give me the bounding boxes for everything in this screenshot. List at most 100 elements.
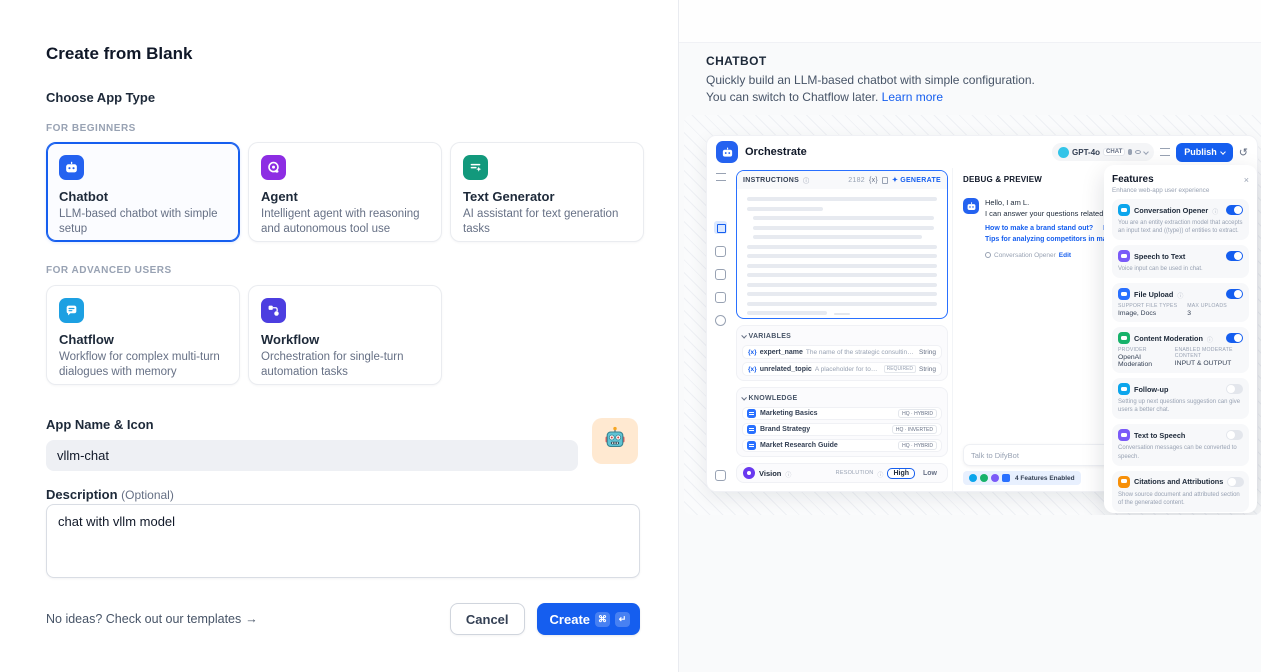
chevron-down-icon xyxy=(741,334,746,339)
robot-emoji-icon xyxy=(602,426,628,457)
templates-link[interactable]: No ideas? Check out our templates→ xyxy=(46,612,258,626)
retrieval-tag: HQ · HYBRID xyxy=(898,409,937,418)
chatbot-icon xyxy=(59,155,84,180)
info-icon xyxy=(785,464,791,482)
description-textarea[interactable]: chat with vllm model xyxy=(46,504,640,578)
instructions-label: INSTRUCTIONS xyxy=(743,177,799,184)
close-icon: × xyxy=(1244,175,1249,185)
advanced-section-label: FOR ADVANCED USERS xyxy=(46,265,172,276)
note-tab-icon xyxy=(715,292,726,303)
retrieval-tag: HQ · HYBRID xyxy=(898,441,937,450)
model-name: GPT-4o xyxy=(1072,148,1100,157)
model-provider-icon xyxy=(1058,147,1069,158)
image-tab-icon xyxy=(715,246,726,257)
description-label: Description (Optional) xyxy=(46,487,174,502)
feature-dot-icon xyxy=(980,474,988,482)
opener-icon xyxy=(985,252,991,258)
edit-link: Edit xyxy=(1059,252,1071,259)
choose-app-type-label: Choose App Type xyxy=(46,90,155,105)
chevron-down-icon xyxy=(741,396,746,401)
app-icon-picker[interactable] xyxy=(592,418,638,464)
variable-row: {x} unrelated_topic A placeholder for to… xyxy=(742,362,942,376)
chatbot-preview-image: Orchestrate GPT-4o CHAT Publish xyxy=(684,115,1261,515)
create-button[interactable]: Create ⌘ ↵ xyxy=(537,603,640,635)
beginner-cards-row: Chatbot LLM-based chatbot with simple se… xyxy=(46,142,644,242)
toggle xyxy=(1226,251,1243,261)
info-icon xyxy=(803,176,809,185)
toggle xyxy=(1227,477,1244,487)
app-type-info-pane: CHATBOT Quickly build an LLM-based chatb… xyxy=(678,0,1261,672)
enter-key-icon: ↵ xyxy=(615,612,630,627)
chevron-down-icon xyxy=(1143,149,1149,155)
chatflow-icon xyxy=(59,298,84,323)
app-type-description: Intelligent agent with reasoning and aut… xyxy=(261,207,429,236)
knowledge-row: Brand Strategy HQ · INVERTED xyxy=(742,423,942,436)
retrieval-tag: HQ · INVERTED xyxy=(892,425,937,434)
feature-card-citations: Citations and Attributions Show source d… xyxy=(1112,471,1249,512)
app-type-card-agent[interactable]: Agent Intelligent agent with reasoning a… xyxy=(248,142,442,242)
feature-card-speech-to-text: Speech to Text Voice input can be used i… xyxy=(1112,245,1249,278)
app-type-name: Chatbot xyxy=(59,189,227,204)
toggle xyxy=(1226,384,1243,394)
model-mode-badge: CHAT xyxy=(1103,148,1125,156)
dataset-icon xyxy=(747,425,756,434)
app-type-name: Agent xyxy=(261,189,429,204)
feature-card-content-moderation: Content Moderation PROVIDEROpenAI Modera… xyxy=(1112,327,1249,373)
feature-dot-icon xyxy=(1002,474,1010,482)
app-type-name: Text Generator xyxy=(463,189,631,204)
create-app-modal: Create from Blank Choose App Type FOR BE… xyxy=(0,0,1261,672)
toggle xyxy=(1226,333,1243,343)
features-title: Features xyxy=(1112,174,1154,185)
knowledge-row: Market Research Guide HQ · HYBRID xyxy=(742,439,942,452)
required-badge: REQUIRED xyxy=(884,365,916,373)
globe-tab-icon xyxy=(715,315,726,326)
generate-button: ✦ GENERATE xyxy=(892,176,941,184)
app-type-card-workflow[interactable]: Workflow Orchestration for single-turn a… xyxy=(248,285,442,385)
page-title: Create from Blank xyxy=(46,44,192,64)
create-form-pane: Create from Blank Choose App Type FOR BE… xyxy=(0,0,678,672)
cancel-button[interactable]: Cancel xyxy=(450,603,525,635)
vision-feature-icon xyxy=(743,467,755,479)
app-type-card-chatflow[interactable]: Chatflow Workflow for complex multi-turn… xyxy=(46,285,240,385)
feature-card-conversation-opener: Conversation Opener You are an entity ex… xyxy=(1112,199,1249,240)
instructions-panel: INSTRUCTIONS 2182 {x} ✦ GENERATE xyxy=(736,170,948,319)
app-type-card-text-generator[interactable]: Text Generator AI assistant for text gen… xyxy=(450,142,644,242)
workflow-icon xyxy=(261,298,286,323)
dataset-icon xyxy=(747,441,756,450)
clipboard-icon xyxy=(882,177,888,184)
modal-footer: No ideas? Check out our templates→ Cance… xyxy=(46,603,640,635)
app-type-description: LLM-based chatbot with simple setup xyxy=(59,207,227,236)
document-tab-icon xyxy=(715,269,726,280)
resize-handle xyxy=(834,313,850,315)
toggle xyxy=(1226,289,1243,299)
file-upload-icon xyxy=(1118,288,1130,300)
preview-window-title: Orchestrate xyxy=(745,146,807,158)
variables-label: VARIABLES xyxy=(749,333,792,340)
variable-token-icon: {x} xyxy=(748,366,757,373)
app-name-label: App Name & Icon xyxy=(46,417,154,432)
info-icon xyxy=(877,464,883,482)
history-icon: ↺ xyxy=(1239,146,1248,159)
mic-icon xyxy=(1128,149,1132,155)
app-type-card-chatbot[interactable]: Chatbot LLM-based chatbot with simple se… xyxy=(46,142,240,242)
sliders-icon xyxy=(716,173,726,181)
arrow-right-icon: → xyxy=(245,612,258,626)
cmd-key-icon: ⌘ xyxy=(595,612,610,627)
citations-icon xyxy=(1118,476,1130,488)
features-panel: Features × Enhance web-app user experien… xyxy=(1104,165,1257,513)
preview-app-icon xyxy=(716,141,738,163)
variable-token-icon: {x} xyxy=(748,349,757,356)
info-heading: CHATBOT xyxy=(706,54,767,68)
preview-left-rail xyxy=(707,168,734,491)
char-count: 2182 xyxy=(848,177,865,184)
model-settings-icon xyxy=(1160,148,1170,156)
knowledge-row: Marketing Basics HQ · HYBRID xyxy=(742,407,942,420)
preview-config-column: INSTRUCTIONS 2182 {x} ✦ GENERATE xyxy=(734,168,952,491)
beginners-section-label: FOR BEGINNERS xyxy=(46,123,136,134)
conversation-opener-row: Conversation Opener Edit xyxy=(985,252,1117,259)
resolution-high-option: High xyxy=(887,468,915,479)
app-name-input[interactable] xyxy=(46,440,578,471)
app-type-name: Workflow xyxy=(261,332,429,347)
learn-more-link[interactable]: Learn more xyxy=(882,90,943,104)
optional-suffix: (Optional) xyxy=(121,488,174,502)
